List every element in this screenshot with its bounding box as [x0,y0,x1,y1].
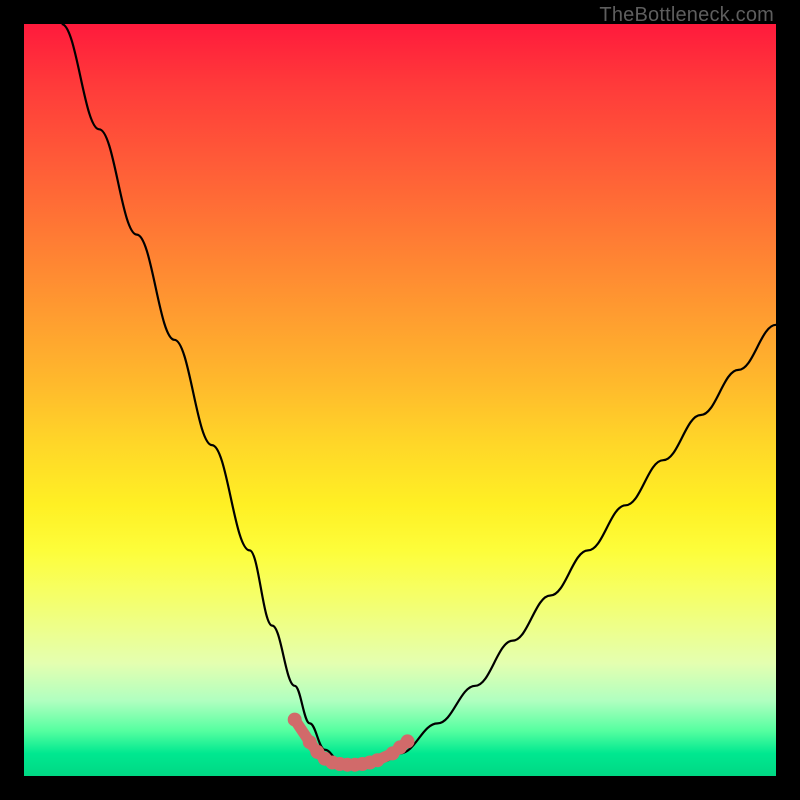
series-group [62,24,776,772]
bottleneck-marker-dot [401,734,415,748]
watermark-text: TheBottleneck.com [599,4,774,27]
bottleneck-chart-svg [24,24,776,776]
bottleneck-curve-line [62,24,776,765]
bottleneck-marker-dot [288,713,302,727]
bottleneck-marker-dot [370,753,384,767]
chart-plot-area [24,24,776,776]
